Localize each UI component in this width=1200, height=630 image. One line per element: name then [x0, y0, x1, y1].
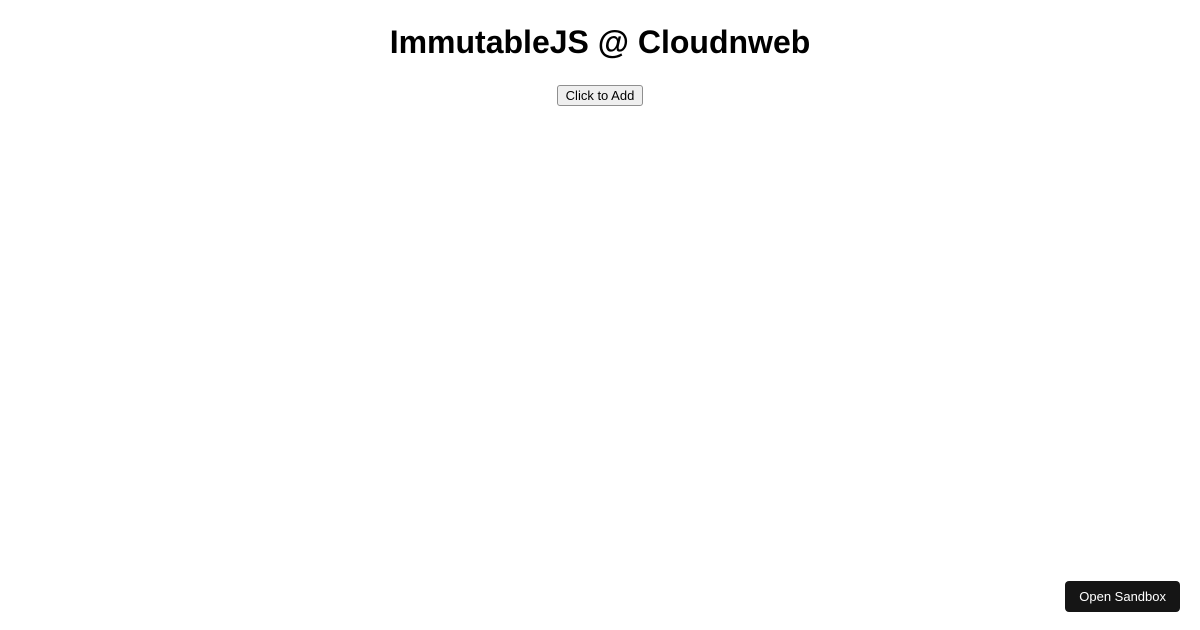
click-to-add-button[interactable]: Click to Add: [557, 85, 644, 106]
main-container: ImmutableJS @ Cloudnweb Click to Add: [0, 0, 1200, 106]
open-sandbox-button[interactable]: Open Sandbox: [1065, 581, 1180, 612]
page-title: ImmutableJS @ Cloudnweb: [0, 24, 1200, 61]
